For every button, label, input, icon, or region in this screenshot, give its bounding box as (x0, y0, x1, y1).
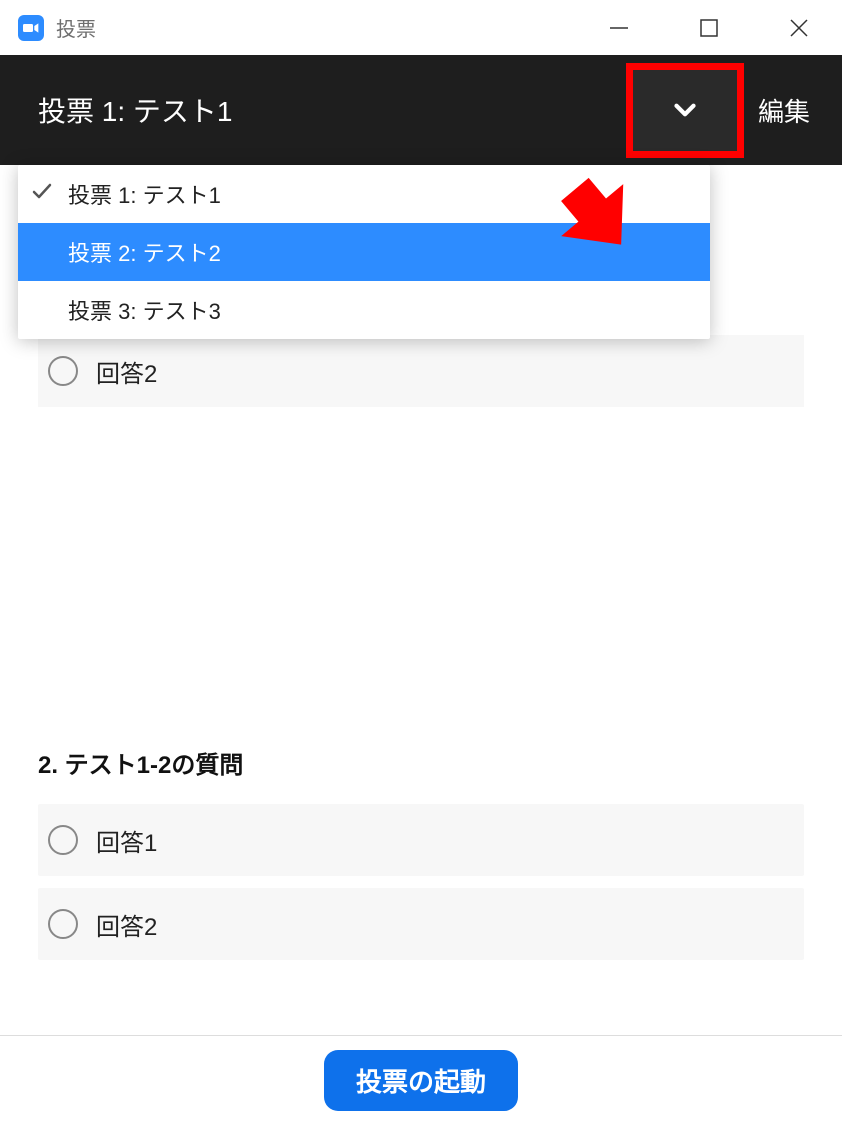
window-minimize-button[interactable] (604, 13, 634, 43)
radio-icon (48, 825, 78, 855)
chevron-down-icon (668, 93, 702, 127)
zoom-app-icon (18, 15, 44, 41)
annotation-arrow-icon (553, 172, 643, 267)
answer-label: 回答1 (96, 823, 157, 858)
edit-poll-link[interactable]: 編集 (758, 92, 810, 129)
dropdown-item-label: 投票 2: テスト2 (68, 236, 221, 268)
window-maximize-button[interactable] (694, 13, 724, 43)
question-block: 2. テスト1-2の質問 回答1 回答2 (0, 745, 842, 960)
window-close-button[interactable] (784, 13, 814, 43)
window-titlebar: 投票 (0, 0, 842, 55)
answer-option[interactable]: 回答2 (38, 888, 804, 960)
answer-label: 回答2 (96, 354, 157, 389)
question-title: 2. テスト1-2の質問 (38, 745, 804, 780)
dropdown-item-poll-3[interactable]: 投票 3: テスト3 (18, 281, 710, 339)
radio-icon (48, 356, 78, 386)
radio-icon (48, 909, 78, 939)
check-icon (30, 179, 54, 209)
dropdown-item-label: 投票 1: テスト1 (68, 178, 221, 210)
answer-option[interactable]: 回答2 (38, 335, 804, 407)
poll-dropdown-trigger[interactable] (626, 63, 744, 158)
window-title: 投票 (56, 13, 604, 42)
launch-poll-button[interactable]: 投票の起動 (324, 1050, 518, 1111)
poll-header: 投票 1: テスト1 編集 (0, 55, 842, 165)
dropdown-item-label: 投票 3: テスト3 (68, 294, 221, 326)
answer-option[interactable]: 回答1 (38, 804, 804, 876)
current-poll-title: 投票 1: テスト1 (38, 90, 626, 130)
answer-label: 回答2 (96, 907, 157, 942)
footer-bar: 投票の起動 (0, 1035, 842, 1125)
